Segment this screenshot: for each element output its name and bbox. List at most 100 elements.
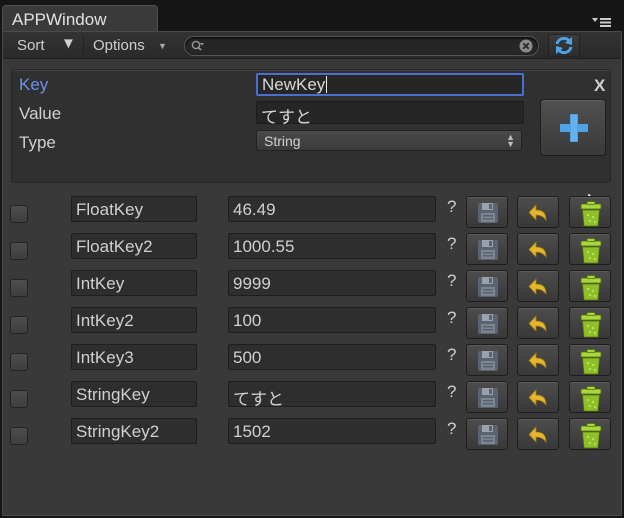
key-name-field[interactable]: IntKey2 — [71, 307, 197, 333]
row-select-checkbox[interactable] — [10, 427, 28, 445]
undo-arrow-icon — [528, 277, 547, 296]
key-input-text: NewKey — [262, 75, 326, 94]
new-entry-panel: Key NewKey X Value てすと Type String ▲ ▼ — [11, 69, 611, 183]
help-icon[interactable]: ? — [447, 197, 456, 217]
key-name-field[interactable]: IntKey3 — [71, 344, 197, 370]
floppy-disk-icon — [478, 277, 498, 297]
delete-button[interactable] — [569, 233, 611, 265]
delete-button[interactable] — [569, 381, 611, 413]
trash-can-icon — [580, 201, 602, 227]
help-icon[interactable]: ? — [447, 345, 456, 365]
help-icon[interactable]: ? — [447, 234, 456, 254]
add-key-button[interactable] — [540, 99, 606, 156]
value-field[interactable]: てすと — [228, 381, 436, 409]
pref-row: IntKey3 500 ? — [3, 344, 621, 381]
delete-button[interactable] — [569, 344, 611, 376]
floppy-disk-icon — [478, 314, 498, 334]
row-select-checkbox[interactable] — [10, 205, 28, 223]
app-window-panel: Sort ▼ Options ▼ Key NewKey X Value てすと … — [2, 31, 622, 516]
value-field[interactable]: 46.49 — [228, 196, 436, 222]
value-field[interactable]: 1000.55 — [228, 233, 436, 259]
pref-row: StringKey2 1502 ? — [3, 418, 621, 455]
row-select-checkbox[interactable] — [10, 316, 28, 334]
chevron-down-icon: ▼ — [158, 41, 167, 51]
undo-arrow-icon — [528, 351, 547, 370]
search-icon — [191, 40, 204, 51]
key-name-field[interactable]: FloatKey2 — [71, 233, 197, 259]
window-tab[interactable]: APPWindow — [2, 5, 158, 32]
key-name-field[interactable]: StringKey2 — [71, 418, 197, 444]
value-field[interactable]: 500 — [228, 344, 436, 370]
search-input[interactable] — [209, 38, 509, 54]
save-button[interactable] — [466, 418, 508, 450]
trash-can-icon — [580, 423, 602, 449]
help-icon[interactable]: ? — [447, 419, 456, 439]
floppy-disk-icon — [478, 203, 498, 223]
refresh-button[interactable] — [548, 34, 580, 57]
row-select-checkbox[interactable] — [10, 242, 28, 260]
key-name-field[interactable]: FloatKey — [71, 196, 197, 222]
type-select[interactable]: String ▲ ▼ — [256, 130, 522, 151]
sort-direction-icon[interactable]: ▼ — [61, 35, 76, 52]
value-field[interactable]: 100 — [228, 307, 436, 333]
save-button[interactable] — [466, 344, 508, 376]
pref-row: StringKey てすと ? — [3, 381, 621, 418]
options-dropdown[interactable]: Options — [93, 35, 145, 56]
revert-button[interactable] — [517, 233, 559, 265]
trash-can-icon — [580, 275, 602, 301]
delete-button[interactable] — [569, 307, 611, 339]
row-select-checkbox[interactable] — [10, 279, 28, 297]
delete-button[interactable] — [569, 270, 611, 302]
floppy-disk-icon — [478, 425, 498, 445]
trash-can-icon — [580, 349, 602, 375]
key-name-field[interactable]: StringKey — [71, 381, 197, 407]
window-menu-icon[interactable] — [592, 17, 612, 27]
close-button[interactable]: X — [594, 76, 605, 96]
value-field[interactable]: 9999 — [228, 270, 436, 296]
key-label: Key — [19, 75, 49, 94]
undo-arrow-icon — [528, 388, 547, 407]
plus-icon — [560, 114, 588, 142]
clear-search-icon[interactable] — [519, 39, 533, 53]
toolbar-divider — [83, 35, 84, 56]
revert-button[interactable] — [517, 344, 559, 376]
save-button[interactable] — [466, 381, 508, 413]
trash-can-icon — [580, 312, 602, 338]
help-icon[interactable]: ? — [447, 271, 456, 291]
sort-button[interactable]: Sort — [17, 35, 45, 56]
undo-arrow-icon — [528, 203, 547, 222]
pref-row: FloatKey2 1000.55 ? — [3, 233, 621, 270]
help-icon[interactable]: ? — [447, 382, 456, 402]
key-name-field[interactable]: IntKey — [71, 270, 197, 296]
pref-row: FloatKey 46.49 ? — [3, 196, 621, 233]
save-button[interactable] — [466, 233, 508, 265]
search-field[interactable] — [184, 36, 539, 56]
revert-button[interactable] — [517, 307, 559, 339]
value-input[interactable]: てすと — [256, 101, 524, 127]
delete-button[interactable] — [569, 418, 611, 450]
floppy-disk-icon — [478, 240, 498, 260]
floppy-disk-icon — [478, 351, 498, 371]
save-button[interactable] — [466, 196, 508, 228]
delete-button[interactable] — [569, 196, 611, 228]
value-field[interactable]: 1502 — [228, 418, 436, 444]
value-label: Value — [19, 104, 62, 123]
toolbar: Sort ▼ Options ▼ — [3, 32, 621, 59]
row-select-checkbox[interactable] — [10, 390, 28, 408]
undo-arrow-icon — [528, 240, 547, 259]
pref-row: IntKey 9999 ? — [3, 270, 621, 307]
save-button[interactable] — [466, 270, 508, 302]
help-icon[interactable]: ? — [447, 308, 456, 328]
refresh-icon — [555, 36, 573, 55]
revert-button[interactable] — [517, 381, 559, 413]
revert-button[interactable] — [517, 270, 559, 302]
save-button[interactable] — [466, 307, 508, 339]
trash-can-icon — [580, 386, 602, 412]
undo-arrow-icon — [528, 314, 547, 333]
row-select-checkbox[interactable] — [10, 353, 28, 371]
key-input[interactable]: NewKey — [256, 73, 524, 96]
revert-button[interactable] — [517, 418, 559, 450]
text-caret — [326, 76, 328, 93]
revert-button[interactable] — [517, 196, 559, 228]
undo-arrow-icon — [528, 425, 547, 444]
